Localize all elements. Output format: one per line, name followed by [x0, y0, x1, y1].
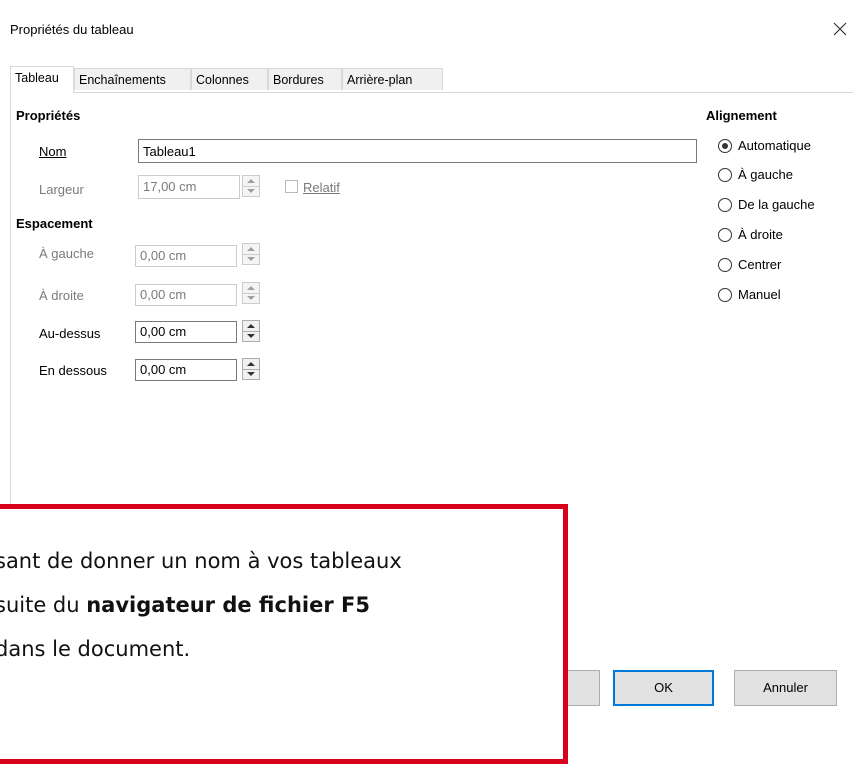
- largeur-spinner[interactable]: [242, 175, 260, 197]
- close-icon[interactable]: [828, 17, 852, 41]
- callout-line-3: dans le document.: [0, 637, 191, 661]
- tab-tableau[interactable]: Tableau: [10, 66, 74, 93]
- nom-input[interactable]: [138, 139, 697, 163]
- title-bar: Propriétés du tableau: [0, 0, 853, 60]
- nom-label: Nom: [39, 144, 66, 159]
- callout-line-2-bold: navigateur de fichier F5: [86, 593, 370, 617]
- relatif-checkbox[interactable]: [285, 180, 298, 193]
- nom-label-text: Nom: [39, 144, 67, 159]
- properties-header: Propriétés: [16, 108, 81, 123]
- ok-button[interactable]: OK: [613, 670, 714, 706]
- spin-down-icon[interactable]: [243, 293, 259, 303]
- spacing-header: Espacement: [16, 216, 93, 231]
- gauche-spinner[interactable]: [242, 243, 260, 265]
- radio-button[interactable]: [718, 139, 732, 153]
- largeur-label: Largeur: [39, 182, 84, 197]
- spin-down-icon[interactable]: [243, 331, 259, 341]
- radio-label: Automatique: [738, 138, 811, 153]
- radio-label: À gauche: [738, 167, 793, 182]
- spin-down-icon[interactable]: [243, 254, 259, 264]
- droite-spinner[interactable]: [242, 282, 260, 304]
- dessous-label: En dessous: [39, 363, 107, 378]
- tab-bordures[interactable]: Bordures: [268, 68, 342, 90]
- gauche-label: À gauche: [39, 246, 94, 261]
- radio-button[interactable]: [718, 228, 732, 242]
- dessous-spinner[interactable]: [242, 358, 260, 380]
- dessus-label: Au-dessus: [39, 326, 101, 341]
- radio-button[interactable]: [718, 288, 732, 302]
- relatif-label: Relatif: [303, 180, 340, 195]
- tab-arriere-plan[interactable]: Arrière-plan: [342, 68, 443, 90]
- radio-button[interactable]: [718, 198, 732, 212]
- largeur-field[interactable]: 17,00 cm: [138, 175, 240, 199]
- spin-down-icon[interactable]: [243, 186, 259, 196]
- dessous-field[interactable]: 0,00 cm: [135, 359, 237, 381]
- callout-line-2: suite du navigateur de fichier F5: [0, 593, 370, 617]
- callout-line-1: sant de donner un nom à vos tableaux: [0, 549, 402, 573]
- radio-label: Manuel: [738, 287, 781, 302]
- tab-enchainements[interactable]: Enchaînements: [74, 68, 191, 90]
- droite-label: À droite: [39, 288, 84, 303]
- dessus-field[interactable]: 0,00 cm: [135, 321, 237, 343]
- spin-down-icon[interactable]: [243, 369, 259, 379]
- cancel-button[interactable]: Annuler: [734, 670, 837, 706]
- radio-button[interactable]: [718, 258, 732, 272]
- radio-label: À droite: [738, 227, 783, 242]
- radio-label: De la gauche: [738, 197, 815, 212]
- radio-button[interactable]: [718, 168, 732, 182]
- gauche-field[interactable]: 0,00 cm: [135, 245, 237, 267]
- callout-line-2-text: suite du: [0, 593, 87, 617]
- dessus-spinner[interactable]: [242, 320, 260, 342]
- radio-label: Centrer: [738, 257, 782, 272]
- callout-box: sant de donner un nom à vos tableaux sui…: [0, 504, 568, 764]
- tab-colonnes[interactable]: Colonnes: [191, 68, 268, 90]
- window-title: Propriétés du tableau: [10, 22, 134, 37]
- alignment-header: Alignement: [706, 108, 777, 123]
- droite-field[interactable]: 0,00 cm: [135, 284, 237, 306]
